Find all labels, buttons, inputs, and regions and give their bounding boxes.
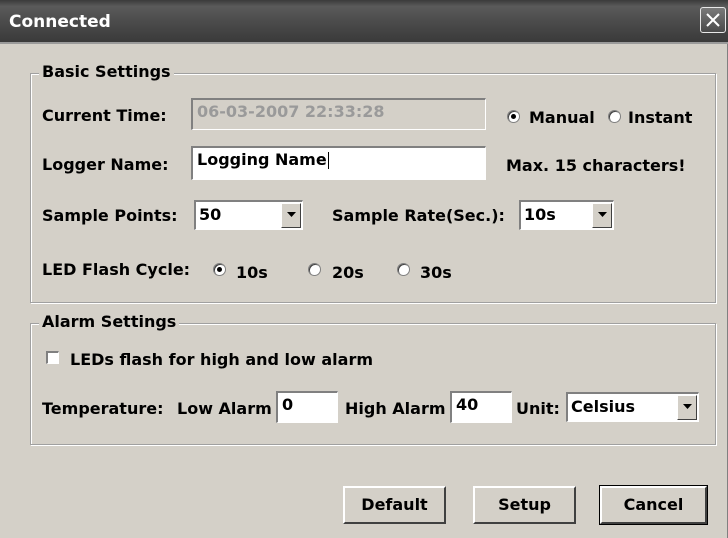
unit-select[interactable]: Celsius xyxy=(566,392,699,422)
temperature-label: Temperature: xyxy=(42,399,164,418)
led-flash-20s-label[interactable]: 20s xyxy=(332,263,364,282)
sample-rate-label: Sample Rate(Sec.): xyxy=(332,206,505,225)
window-title: Connected xyxy=(9,12,111,32)
cancel-button[interactable]: Cancel xyxy=(599,485,708,525)
chevron-down-icon xyxy=(683,404,692,409)
logger-name-hint: Max. 15 characters! xyxy=(506,156,686,175)
setup-button[interactable]: Setup xyxy=(473,486,576,524)
sample-points-value: 50 xyxy=(199,205,222,224)
sample-rate-value: 10s xyxy=(524,205,556,224)
sample-points-select[interactable]: 50 xyxy=(194,200,303,230)
led-flash-cycle-label: LED Flash Cycle: xyxy=(42,260,191,279)
text-caret xyxy=(327,152,329,169)
current-time-field: 06-03-2007 22:33:28 xyxy=(191,98,486,130)
low-alarm-input[interactable]: 0 xyxy=(276,391,338,423)
sample-rate-dropdown-button[interactable] xyxy=(592,203,612,228)
connected-dialog: Connected Basic Settings Current Time: 0… xyxy=(0,0,728,538)
alarm-settings-group: Alarm Settings xyxy=(30,312,716,445)
chevron-down-icon xyxy=(598,212,607,217)
led-flash-20s-radio[interactable] xyxy=(308,263,321,276)
logger-name-label: Logger Name: xyxy=(42,155,169,174)
high-alarm-label: High Alarm xyxy=(345,399,446,418)
logger-name-value: Logging Name xyxy=(197,150,327,169)
led-alarm-checkbox[interactable] xyxy=(46,351,59,364)
sample-points-label: Sample Points: xyxy=(42,206,178,225)
close-icon xyxy=(706,13,720,27)
default-button[interactable]: Default xyxy=(343,486,446,524)
unit-value: Celsius xyxy=(571,397,635,416)
mode-instant-radio[interactable] xyxy=(608,110,621,123)
mode-manual-radio[interactable] xyxy=(507,110,520,123)
sample-rate-select[interactable]: 10s xyxy=(519,200,614,230)
led-flash-10s-radio[interactable] xyxy=(213,263,226,276)
unit-dropdown-button[interactable] xyxy=(677,395,697,420)
logger-name-input[interactable]: Logging Name xyxy=(191,146,486,180)
chevron-down-icon xyxy=(287,212,296,217)
led-flash-30s-radio[interactable] xyxy=(397,263,410,276)
alarm-settings-title: Alarm Settings xyxy=(39,312,180,331)
led-flash-30s-label[interactable]: 30s xyxy=(420,263,452,282)
low-alarm-label: Low Alarm xyxy=(177,399,272,418)
high-alarm-input[interactable]: 40 xyxy=(450,391,512,423)
close-button[interactable] xyxy=(700,7,726,33)
mode-instant-label[interactable]: Instant xyxy=(628,108,692,127)
current-time-label: Current Time: xyxy=(42,106,167,125)
mode-manual-label[interactable]: Manual xyxy=(529,108,595,127)
unit-label: Unit: xyxy=(516,399,560,418)
title-bar: Connected xyxy=(0,0,728,44)
basic-settings-title: Basic Settings xyxy=(39,62,174,81)
sample-points-dropdown-button[interactable] xyxy=(281,203,301,228)
led-flash-10s-label[interactable]: 10s xyxy=(236,263,268,282)
led-alarm-label[interactable]: LEDs flash for high and low alarm xyxy=(70,350,373,369)
